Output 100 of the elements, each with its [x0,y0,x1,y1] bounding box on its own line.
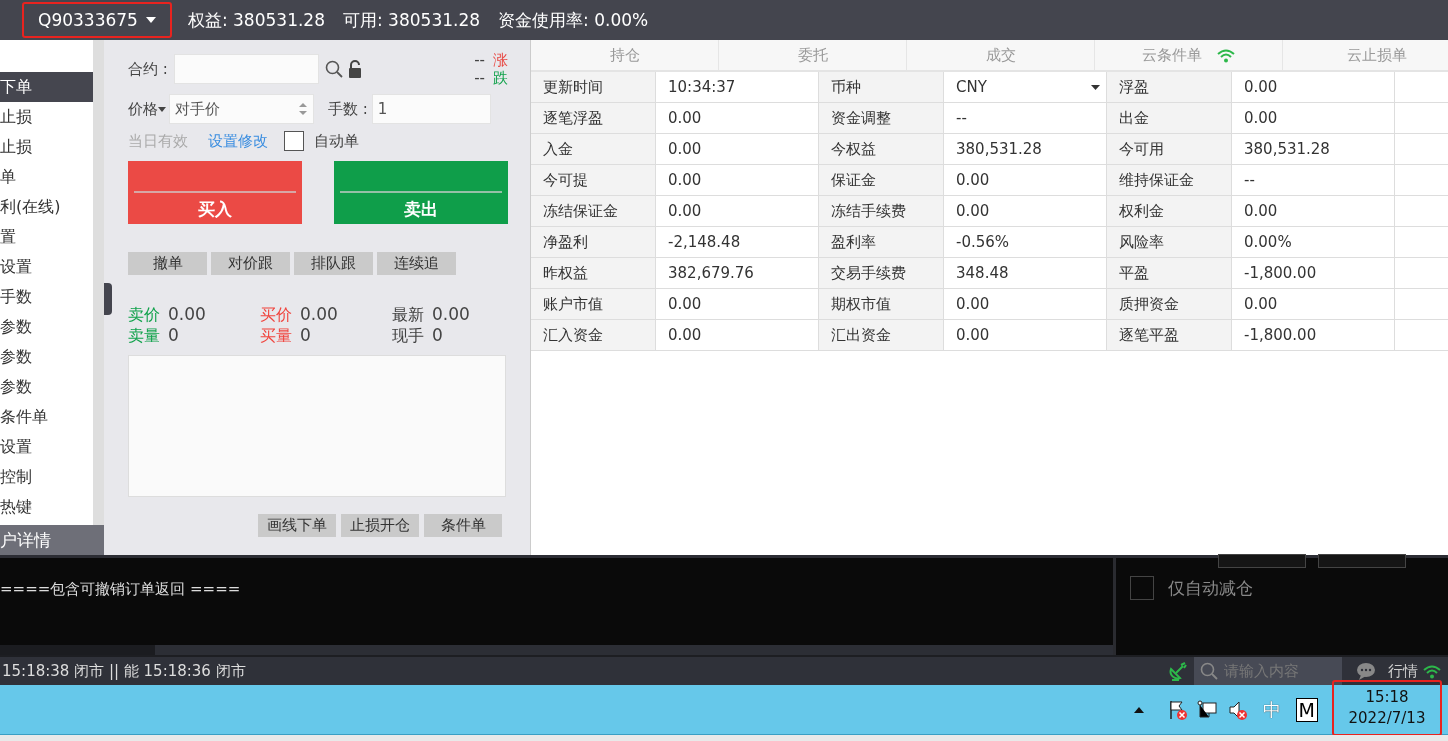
field-label: 今权益 [819,134,944,165]
sidebar-item[interactable]: 参数 [0,372,93,402]
action-button[interactable]: 对价跟 [211,252,290,275]
field-value: 0.00 [1232,289,1395,320]
field-label: 维持保证金 [1107,165,1232,196]
field-label: 更新时间 [531,72,656,103]
field-label: 出金 [1107,103,1232,134]
resize-handle[interactable] [104,283,112,315]
sidebar-item[interactable]: 热键 [0,492,93,522]
quote-text: 买量 0 [260,325,312,346]
sidebar-item[interactable]: 参数 [0,312,93,342]
field-label: 质押资金 [1107,289,1232,320]
scrollbar[interactable] [93,40,104,525]
quantity-label: 手数 : [328,99,368,119]
field-value: 0.00 [1232,103,1395,134]
sidebar-item[interactable]: 设置 [0,432,93,462]
sidebar-item[interactable]: 参数 [0,342,93,372]
quote-text: 卖价 0.00 [128,304,207,325]
dropdown-field[interactable] [1318,554,1406,568]
sidebar-item[interactable]: 止损 [0,132,93,162]
caret-icon [158,106,166,112]
search-icon [1200,662,1218,680]
contract-field[interactable] [173,54,319,84]
checkbox[interactable] [1130,576,1154,600]
flag-icon[interactable] [1167,699,1188,720]
market-label: 行情 [1388,661,1418,681]
price-change-value: -- [474,51,485,69]
chat-icon[interactable] [1356,662,1376,680]
field-label: 资金调整 [819,103,944,134]
validity-label: 当日有效 [128,131,188,151]
field-label: 冻结手续费 [819,196,944,227]
field-label: 逐笔平盈 [1107,320,1232,351]
speaker-muted-icon[interactable] [1227,699,1248,720]
market-status-text: 15:18:38 闭市 || 能 15:18:36 闭市 [2,661,246,681]
field-label: 风险率 [1107,227,1232,258]
horizontal-scrollbar[interactable] [0,645,1113,655]
quote-text: 买价 0.00 [260,304,339,325]
log-line: ====包含可撤销订单返回 ==== [0,579,242,599]
field-value: 380,531.28 [1232,134,1395,165]
checkbox-label: 自动单 [314,131,359,151]
sidebar-item[interactable]: 设置 [0,252,93,282]
field-label: 入金 [531,134,656,165]
price-change-label: 涨 [493,51,508,69]
buy-button[interactable]: 买入 [128,161,302,224]
sidebar-item[interactable]: 单 [0,162,93,192]
field-label: 浮盈 [1107,72,1232,103]
show-hidden-icons-icon[interactable] [1133,706,1144,713]
sidebar-item[interactable]: 手数 [0,282,93,312]
price-change-label: 跌 [493,69,508,87]
satellite-dish-icon [1168,661,1188,681]
checkbox[interactable] [284,131,304,151]
action-button[interactable]: 撤单 [128,252,207,275]
action-button[interactable]: 条件单 [424,514,502,537]
field-value: 0.00% [1232,227,1395,258]
field-label: 逐笔浮盈 [531,103,656,134]
field-label: 盈利率 [819,227,944,258]
field-label: 账户市值 [531,289,656,320]
account-dropdown[interactable]: Q90333675 [22,2,172,38]
field-value: -- [1232,165,1395,196]
caret-icon [1091,84,1100,90]
search-icon[interactable] [324,60,343,78]
field-label: 今可提 [531,165,656,196]
field-label: 今可用 [1107,134,1232,165]
sidebar-item[interactable]: 下单 [0,72,93,102]
price-type-dropdown[interactable]: 价格 [128,99,166,119]
account-stat: 权益: 380531.28 [187,8,325,32]
dropdown-field[interactable] [1218,554,1306,568]
account-stat: 可用: 380531.28 [343,8,481,32]
network-icon[interactable] [1196,699,1217,720]
sidebar-item[interactable]: 条件单 [0,402,93,432]
quantity-field[interactable]: 1 [371,94,491,124]
spinner-arrows-icon[interactable] [299,102,307,116]
sidebar-item[interactable]: 置 [0,222,93,252]
action-button[interactable]: 止损开仓 [341,514,419,537]
checkbox-label: 仅自动减仓 [1168,576,1253,600]
field-label: 汇入资金 [531,320,656,351]
account-details-tab[interactable]: 户详情 [0,525,104,555]
field-value: 0.00 [1232,72,1395,103]
caret-icon [145,17,156,23]
unlocked-padlock-icon[interactable] [347,60,362,78]
field-label: 期权市值 [819,289,944,320]
field-label: 净盈利 [531,227,656,258]
field-label: 权利金 [1107,196,1232,227]
price-change-value: -- [474,69,485,87]
keyboard-indicator[interactable]: M [1295,697,1318,722]
field-label: 昨权益 [531,258,656,289]
price-field[interactable]: 对手价 [169,94,314,124]
sidebar-item[interactable]: 利(在线) [0,192,93,222]
field-label: 冻结保证金 [531,196,656,227]
account-stat: 资金使用率: 0.00% [498,8,649,32]
action-button[interactable]: 排队跟 [294,252,373,275]
field-label: 币种 [819,72,944,103]
contract-label: 合约 : [128,59,168,79]
field-value: 0.00 [1232,196,1395,227]
sidebar-item[interactable]: 控制 [0,462,93,492]
action-button[interactable]: 连续追 [377,252,456,275]
action-button[interactable]: 画线下单 [258,514,336,537]
sidebar-item[interactable]: 止损 [0,102,93,132]
field-value: -1,800.00 [1232,258,1395,289]
quote-text: 现手 0 [392,325,444,346]
